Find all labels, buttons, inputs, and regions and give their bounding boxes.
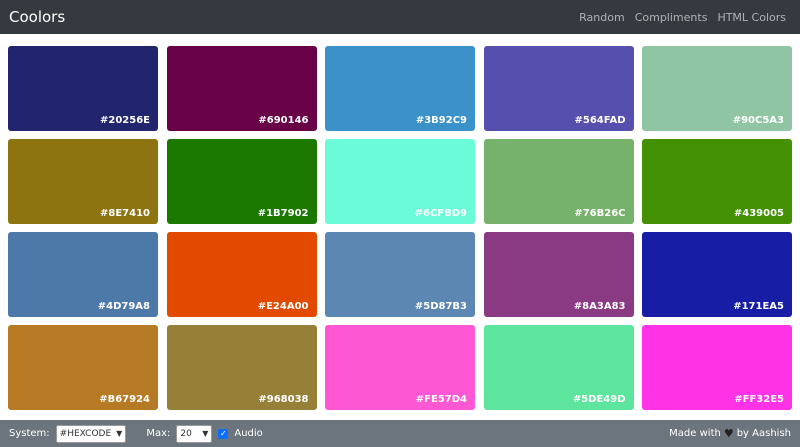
- color-swatch[interactable]: #20256E: [8, 46, 158, 131]
- nav-link-compliments[interactable]: Compliments: [635, 11, 708, 24]
- system-select-value: #HEXCODE: [59, 428, 112, 439]
- color-swatch[interactable]: #90C5A3: [642, 46, 792, 131]
- top-navbar: Coolors Random Compliments HTML Colors: [0, 0, 800, 34]
- swatch-hex-code: #439005: [733, 208, 784, 219]
- chevron-down-icon: ▼: [202, 429, 209, 438]
- color-swatch[interactable]: #FE57D4: [325, 325, 475, 410]
- brand-title[interactable]: Coolors: [9, 8, 65, 26]
- swatch-hex-code: #4D79A8: [97, 301, 150, 312]
- swatch-hex-code: #171EA5: [733, 301, 784, 312]
- swatch-hex-code: #3B92C9: [415, 115, 467, 126]
- footer-credit: Made with ♥ by Aashish: [669, 427, 791, 440]
- swatch-hex-code: #B67924: [99, 394, 150, 405]
- chevron-down-icon: ▼: [116, 429, 123, 438]
- swatch-hex-code: #5DE49D: [572, 394, 626, 405]
- max-label: Max:: [146, 428, 171, 439]
- color-swatch[interactable]: #76B26C: [483, 139, 634, 224]
- system-label: System:: [9, 428, 50, 439]
- nav-links: Random Compliments HTML Colors: [579, 11, 786, 24]
- color-swatch[interactable]: #E24A00: [166, 232, 317, 317]
- swatch-hex-code: #968038: [258, 394, 309, 405]
- color-swatch[interactable]: #8E7410: [8, 139, 158, 224]
- color-swatch[interactable]: #FF32E5: [642, 325, 792, 410]
- swatch-hex-code: #564FAD: [574, 115, 626, 126]
- nav-link-random[interactable]: Random: [579, 11, 625, 24]
- nav-link-html-colors[interactable]: HTML Colors: [717, 11, 786, 24]
- color-swatch-grid: #20256E #690146 #3B92C9 #564FAD #90C5A3 #8E74…: [8, 46, 792, 410]
- footer-bar: System: #HEXCODE ▼ Max: 20 ▼ ✓ Audio Mad…: [0, 420, 800, 447]
- color-swatch[interactable]: #171EA5: [642, 232, 792, 317]
- heart-icon: ♥: [723, 427, 734, 440]
- system-select[interactable]: #HEXCODE ▼: [55, 424, 127, 443]
- color-swatch[interactable]: #6CFBD9: [325, 139, 475, 224]
- max-select[interactable]: 20 ▼: [176, 424, 213, 443]
- swatch-hex-code: #FE57D4: [415, 394, 467, 405]
- swatch-hex-code: #1B7902: [257, 208, 309, 219]
- color-swatch[interactable]: #5D87B3: [325, 232, 475, 317]
- color-swatch[interactable]: #3B92C9: [325, 46, 475, 131]
- max-select-value: 20: [180, 428, 192, 439]
- swatch-hex-code: #6CFBD9: [414, 208, 467, 219]
- color-swatch[interactable]: #1B7902: [166, 139, 317, 224]
- swatch-hex-code: #20256E: [100, 115, 150, 126]
- color-swatch[interactable]: #4D79A8: [8, 232, 158, 317]
- swatch-hex-code: #E24A00: [257, 301, 309, 312]
- color-swatch[interactable]: #968038: [166, 325, 317, 410]
- color-swatch[interactable]: #8A3A83: [483, 232, 634, 317]
- audio-label: Audio: [234, 428, 263, 439]
- swatch-hex-code: #8A3A83: [573, 301, 626, 312]
- made-with-text: Made with: [669, 428, 721, 439]
- author-credit: by Aashish: [736, 428, 791, 439]
- swatch-hex-code: #8E7410: [100, 208, 150, 219]
- audio-checkbox[interactable]: ✓: [218, 428, 229, 439]
- color-swatch[interactable]: #690146: [166, 46, 317, 131]
- swatch-hex-code: #FF32E5: [734, 394, 784, 405]
- color-swatch[interactable]: #5DE49D: [483, 325, 634, 410]
- footer-controls: System: #HEXCODE ▼ Max: 20 ▼ ✓ Audio: [9, 424, 263, 443]
- swatch-hex-code: #76B26C: [574, 208, 626, 219]
- swatch-hex-code: #90C5A3: [732, 115, 784, 126]
- swatch-hex-code: #5D87B3: [414, 301, 467, 312]
- color-swatch[interactable]: #B67924: [8, 325, 158, 410]
- swatch-hex-code: #690146: [258, 115, 309, 126]
- color-swatch[interactable]: #564FAD: [483, 46, 634, 131]
- color-swatch[interactable]: #439005: [642, 139, 792, 224]
